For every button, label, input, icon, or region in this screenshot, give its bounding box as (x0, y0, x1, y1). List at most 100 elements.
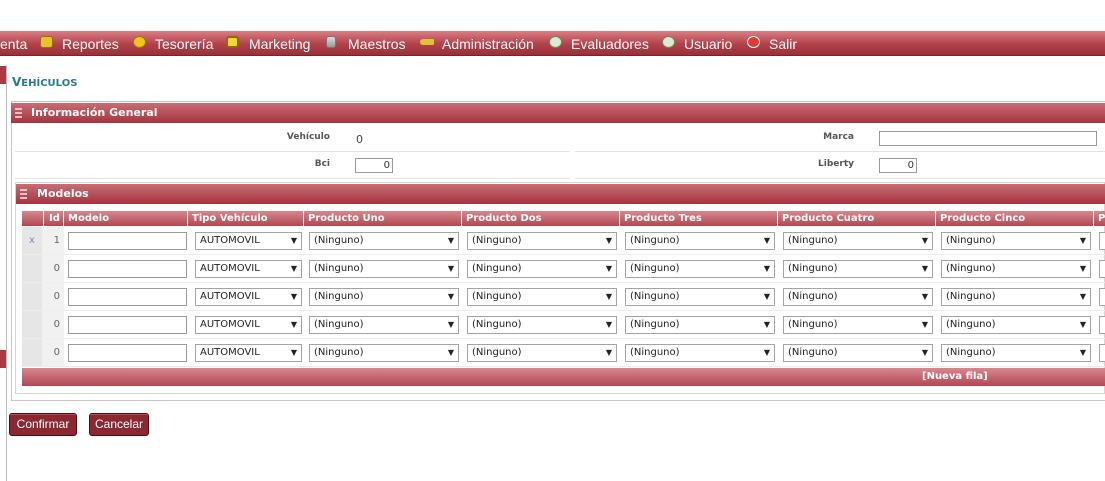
producto-tres-select[interactable]: (Ninguno) ▼ (625, 316, 775, 334)
row-separator (15, 178, 570, 179)
producto-tres-select[interactable]: (Ninguno) ▼ (625, 288, 775, 306)
modelo-input[interactable] (68, 232, 187, 250)
producto-uno-select[interactable]: (Ninguno) ▼ (309, 316, 459, 334)
producto-dos-select[interactable]: (Ninguno) ▼ (467, 232, 617, 250)
chevron-down-icon: ▼ (605, 236, 612, 245)
key-icon (420, 39, 434, 45)
producto-seis-select[interactable] (1099, 232, 1105, 250)
row-id: 1 (42, 227, 64, 254)
column-header-producto-cinco: Producto Cinco (936, 211, 1094, 226)
chevron-down-icon: ▼ (1079, 348, 1086, 357)
bci-label: Bci (314, 159, 330, 169)
producto-cinco-select[interactable]: (Ninguno) ▼ (941, 316, 1091, 334)
producto-cuatro-select[interactable]: (Ninguno) ▼ (783, 288, 933, 306)
producto-tres-select[interactable]: (Ninguno) ▼ (625, 344, 775, 362)
chevron-down-icon: ▼ (447, 320, 454, 329)
chevron-down-icon: ▼ (605, 264, 612, 273)
producto-dos-select[interactable]: (Ninguno) ▼ (467, 288, 617, 306)
tipo-vehiculo-select[interactable]: AUTOMOVIL ▼ (195, 232, 302, 250)
producto-cuatro-select[interactable]: (Ninguno) ▼ (783, 232, 933, 250)
chevron-down-icon: ▼ (290, 320, 297, 329)
producto-cuatro-select[interactable]: (Ninguno) ▼ (783, 344, 933, 362)
chevron-down-icon: ▼ (605, 348, 612, 357)
chevron-down-icon: ▼ (1079, 236, 1086, 245)
producto-seis-select[interactable] (1099, 344, 1105, 362)
producto-uno-select[interactable]: (Ninguno) ▼ (309, 288, 459, 306)
tipo-vehiculo-select[interactable]: AUTOMOVIL ▼ (195, 260, 302, 278)
row-separator (575, 178, 1105, 179)
table-row: 0 AUTOMOVIL ▼ (Ninguno) ▼ (Ninguno) ▼ (Ning… (22, 283, 1105, 311)
left-side-tab[interactable] (0, 66, 6, 84)
producto-cuatro-select[interactable]: (Ninguno) ▼ (783, 316, 933, 334)
modelo-input[interactable] (68, 316, 187, 334)
producto-cuatro-select[interactable]: (Ninguno) ▼ (783, 260, 933, 278)
column-header-producto-cuatro: Producto Cuatro (778, 211, 936, 226)
marca-label: Marca (823, 132, 854, 142)
cancel-button[interactable]: Cancelar (89, 413, 149, 436)
menu-item-marketing[interactable]: Marketing (249, 31, 310, 55)
chevron-down-icon: ▼ (605, 292, 612, 301)
producto-dos-select[interactable]: (Ninguno) ▼ (467, 344, 617, 362)
menu-item-salir[interactable]: Salir (769, 31, 797, 55)
modelo-input[interactable] (68, 260, 187, 278)
menu-item-usuario[interactable]: Usuario (684, 31, 732, 55)
menu-item-evaluadores[interactable]: Evaluadores (571, 31, 649, 55)
producto-tres-select[interactable]: (Ninguno) ▼ (625, 232, 775, 250)
chevron-down-icon: ▼ (921, 292, 928, 301)
menu-item-maestros[interactable]: Maestros (348, 31, 406, 55)
producto-dos-select[interactable]: (Ninguno) ▼ (467, 260, 617, 278)
chevron-down-icon: ▼ (447, 264, 454, 273)
modelo-input[interactable] (68, 288, 187, 306)
vehiculo-label: Vehículo (286, 132, 330, 142)
chevron-down-icon: ▼ (447, 236, 454, 245)
tipo-vehiculo-select[interactable]: AUTOMOVIL ▼ (195, 344, 302, 362)
menu-item-venta[interactable]: enta (0, 31, 27, 55)
menu-item-tesoreria[interactable]: Tesorería (155, 31, 213, 55)
row-separator (575, 151, 1105, 152)
page-title: VEHÍCULOS (12, 75, 78, 89)
vehiculo-value: 0 (356, 133, 363, 146)
producto-cinco-select[interactable]: (Ninguno) ▼ (941, 344, 1091, 362)
column-header-producto-uno: Producto Uno (304, 211, 462, 226)
chevron-down-icon: ▼ (763, 292, 770, 301)
producto-uno-select[interactable]: (Ninguno) ▼ (309, 260, 459, 278)
marca-input[interactable] (879, 131, 1097, 146)
producto-tres-select[interactable]: (Ninguno) ▼ (625, 260, 775, 278)
menu-item-reportes[interactable]: Reportes (62, 31, 119, 55)
producto-cinco-select[interactable]: (Ninguno) ▼ (941, 232, 1091, 250)
chevron-down-icon: ▼ (921, 320, 928, 329)
liberty-input[interactable]: 0 (879, 158, 917, 173)
chevron-down-icon: ▼ (290, 292, 297, 301)
coin-icon (133, 36, 146, 48)
exit-icon (747, 36, 760, 48)
main-menu-bar: enta Reportes Tesorería Marketing Maestr… (0, 31, 1105, 56)
producto-seis-select[interactable] (1099, 316, 1105, 334)
column-header-producto-tres: Producto Tres (620, 211, 778, 226)
menu-item-administracion[interactable]: Administración (442, 31, 534, 55)
producto-dos-select[interactable]: (Ninguno) ▼ (467, 316, 617, 334)
producto-uno-select[interactable]: (Ninguno) ▼ (309, 344, 459, 362)
delete-row-icon[interactable]: x (22, 227, 42, 254)
producto-seis-select[interactable] (1099, 260, 1105, 278)
left-side-tab[interactable] (0, 350, 6, 368)
chevron-down-icon: ▼ (921, 264, 928, 273)
column-header-modelo: Modelo (64, 211, 188, 226)
producto-cinco-select[interactable]: (Ninguno) ▼ (941, 260, 1091, 278)
chevron-down-icon: ▼ (447, 348, 454, 357)
user-icon (662, 36, 675, 48)
producto-uno-select[interactable]: (Ninguno) ▼ (309, 232, 459, 250)
modelo-input[interactable] (68, 344, 187, 362)
new-row-link[interactable]: [Nueva fila] (922, 368, 988, 386)
user-group-icon (549, 36, 562, 48)
chevron-down-icon: ▼ (763, 348, 770, 357)
tipo-vehiculo-select[interactable]: AUTOMOVIL ▼ (195, 316, 302, 334)
bci-input[interactable]: 0 (355, 158, 393, 173)
liberty-label: Liberty (818, 159, 854, 169)
chevron-down-icon: ▼ (763, 264, 770, 273)
producto-seis-select[interactable] (1099, 288, 1105, 306)
producto-cinco-select[interactable]: (Ninguno) ▼ (941, 288, 1091, 306)
table-row: 0 AUTOMOVIL ▼ (Ninguno) ▼ (Ninguno) ▼ (Ning… (22, 255, 1105, 283)
confirm-button[interactable]: Confirmar (9, 413, 77, 436)
tipo-vehiculo-select[interactable]: AUTOMOVIL ▼ (195, 288, 302, 306)
chevron-down-icon: ▼ (1079, 264, 1086, 273)
